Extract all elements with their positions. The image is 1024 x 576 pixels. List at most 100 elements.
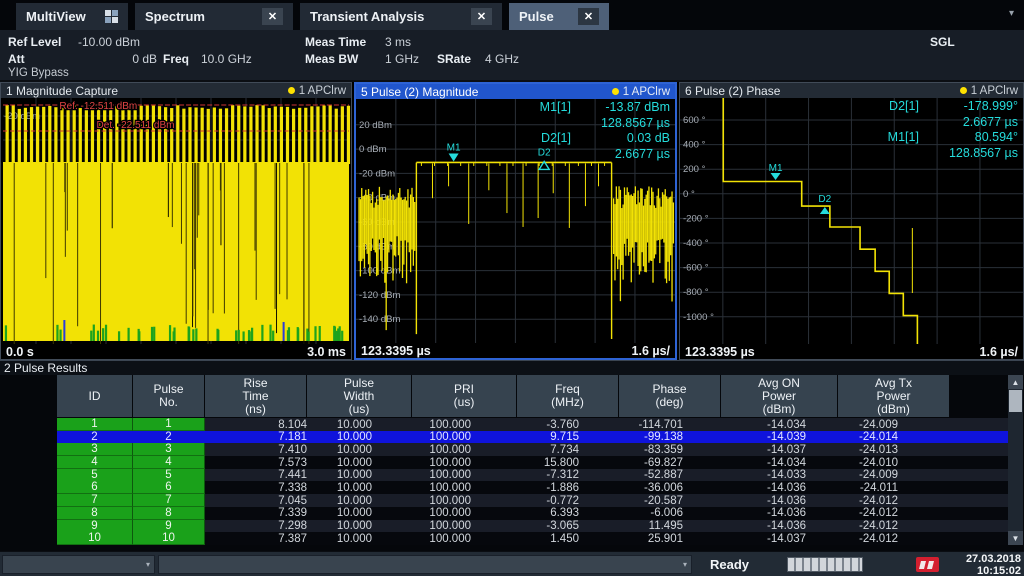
cell: -3.065 [517, 520, 619, 533]
x-axis-end: 3.0 ms [307, 345, 346, 359]
srate-value[interactable]: 4 GHz [485, 52, 519, 66]
tab-transient-analysis[interactable]: Transient Analysis✕ [300, 3, 502, 30]
cell: -3.760 [517, 418, 619, 431]
column-header-id: ID [57, 375, 132, 417]
svg-text:-1000 °: -1000 ° [683, 312, 714, 323]
table-row-9[interactable]: 997.29810.000100.000-3.06511.495-14.036-… [0, 520, 1008, 533]
table-row-8[interactable]: 887.33910.000100.0006.393-6.006-14.036-2… [0, 507, 1008, 520]
tab-spectrum[interactable]: Spectrum✕ [135, 3, 293, 30]
cell: 6 [133, 481, 205, 494]
yig-bypass-label: YIG Bypass [8, 67, 69, 79]
window-magnitude-capture[interactable]: 1 Magnitude Capture 1 APClrw -20 dBmRef.… [0, 82, 352, 360]
svg-text:-100 dBm: -100 dBm [359, 266, 401, 277]
table-body: 118.10410.000100.000-3.760-114.701-14.03… [0, 418, 1008, 545]
svg-text:M1: M1 [447, 143, 461, 154]
cell: 9 [133, 520, 205, 533]
tab-multiview[interactable]: MultiView [16, 3, 128, 30]
cell: -14.033 [721, 469, 838, 482]
cell: 5 [133, 469, 205, 482]
scroll-down-icon[interactable]: ▼ [1008, 531, 1023, 545]
cell: 4 [133, 456, 205, 469]
table-row-1[interactable]: 118.10410.000100.000-3.760-114.701-14.03… [0, 418, 1008, 431]
marker-name: M1[1] [888, 130, 919, 146]
cell: 8.104 [205, 418, 307, 431]
freq-value[interactable]: 10.0 GHz [201, 52, 252, 66]
marker-value: -178.999° [949, 99, 1018, 115]
cell: 7.441 [205, 469, 307, 482]
att-value[interactable]: 0 dB [132, 52, 157, 66]
cell: -114.701 [619, 418, 721, 431]
date-value: 27.03.2018 [966, 553, 1021, 565]
ref-level-label: Ref Level [8, 35, 61, 49]
table-row-7[interactable]: 777.04510.000100.000-0.772-20.587-14.036… [0, 494, 1008, 507]
column-header-pri: PRI(us) [412, 375, 516, 417]
marker-value: 80.594° [949, 130, 1018, 146]
cell: 15.800 [517, 456, 619, 469]
cell: 3 [57, 443, 133, 456]
cell: -24.013 [838, 443, 950, 456]
ref-level-value[interactable]: -10.00 dBm [78, 35, 140, 49]
freq-label: Freq [163, 52, 189, 66]
cell: 2 [133, 431, 205, 444]
scrollbar-thumb[interactable] [1009, 390, 1022, 412]
cell: 7.410 [205, 443, 307, 456]
window-title-bar[interactable]: 6 Pulse (2) Phase 1 APClrw [680, 83, 1023, 98]
cell: 1 [133, 418, 205, 431]
pulse-phase-plot-area[interactable]: 600 °400 °200 °0 °-200 °-400 °-600 °-800… [680, 98, 1023, 344]
cell: -24.012 [838, 507, 950, 520]
table-row-10[interactable]: 10107.38710.000100.0001.45025.901-14.037… [0, 532, 1008, 545]
table-row-5[interactable]: 557.44110.000100.000-7.312-52.887-14.033… [0, 469, 1008, 482]
pulse-magnitude-plot-area[interactable]: 20 dBm0 dBm-20 dBm-40 dBm-60 dBm-80 dBm-… [356, 99, 675, 343]
pulse-results-table: 2 Pulse Results IDPulseNo.RiseTime(ns)Pu… [0, 360, 1024, 551]
cell: 100.000 [412, 481, 517, 494]
svg-text:-800 °: -800 ° [683, 287, 709, 298]
cell: 10.000 [307, 494, 412, 507]
table-scrollbar[interactable]: ▲ ▼ [1008, 375, 1023, 545]
x-axis-start: 123.3395 µs [361, 344, 431, 358]
cell: 6.393 [517, 507, 619, 520]
svg-text:-140 dBm: -140 dBm [359, 314, 401, 325]
meas-bw-value[interactable]: 1 GHz [385, 52, 419, 66]
cell: 100.000 [412, 532, 517, 545]
tab-pulse[interactable]: Pulse✕ [509, 3, 609, 30]
column-header-avg-on: Avg ONPower(dBm) [721, 375, 837, 417]
svg-text:400 °: 400 ° [683, 140, 706, 151]
cell: 7.339 [205, 507, 307, 520]
svg-text:D2: D2 [818, 194, 831, 205]
marker-name [540, 147, 571, 163]
marker-value: 128.8567 µs [601, 116, 670, 132]
window-title-bar[interactable]: 1 Magnitude Capture 1 APClrw [1, 83, 351, 98]
magnitude-capture-plot[interactable]: -20 dBmRef. -12.511 dBmDet. -22.511 dBm [1, 98, 351, 344]
cell: 1.450 [517, 532, 619, 545]
x-axis-scale: 1.6 µs/ [980, 345, 1018, 359]
marker-readout: M1[1]-13.87 dBm128.8567 µsD2[1]0.03 dB2.… [540, 100, 670, 162]
close-icon[interactable]: ✕ [471, 8, 492, 25]
cell: -14.034 [721, 418, 838, 431]
status-dropdown-left[interactable]: ▾ [2, 555, 155, 574]
cell: -14.037 [721, 532, 838, 545]
table-row-6[interactable]: 667.33810.000100.000-1.886-36.006-14.036… [0, 481, 1008, 494]
magnitude-capture-plot-area[interactable]: -20 dBmRef. -12.511 dBmDet. -22.511 dBm [1, 98, 351, 344]
table-row-3[interactable]: 337.41010.000100.0007.734-83.359-14.037-… [0, 443, 1008, 456]
tab-overflow-icon[interactable]: ▾ [1009, 8, 1024, 23]
column-header-avg-tx: Avg TxPower(dBm) [838, 375, 949, 417]
window-pulse-phase[interactable]: 6 Pulse (2) Phase 1 APClrw 600 °400 °200… [679, 82, 1024, 360]
window-title: 5 Pulse (2) Magnitude [361, 85, 478, 99]
meas-bw-label: Meas BW [305, 52, 358, 66]
ready-status: Ready [710, 557, 749, 572]
rohde-schwarz-logo-icon [916, 557, 939, 572]
window-title-bar[interactable]: 5 Pulse (2) Magnitude 1 APClrw [356, 84, 675, 99]
window-pulse-magnitude[interactable]: 5 Pulse (2) Magnitude 1 APClrw 20 dBm0 d… [354, 82, 677, 360]
close-icon[interactable]: ✕ [578, 8, 599, 25]
cell: -69.827 [619, 456, 721, 469]
table-row-2[interactable]: 227.18110.000100.0009.715-99.138-14.039-… [0, 431, 1008, 444]
trace-dot-icon [960, 87, 967, 94]
meas-time-value[interactable]: 3 ms [385, 35, 411, 49]
marker-value: -13.87 dBm [601, 100, 670, 116]
close-icon[interactable]: ✕ [262, 8, 283, 25]
status-dropdown-message[interactable]: ▾ [158, 555, 692, 574]
table-row-4[interactable]: 447.57310.000100.00015.800-69.827-14.034… [0, 456, 1008, 469]
scroll-up-icon[interactable]: ▲ [1008, 375, 1023, 389]
cell: 10.000 [307, 532, 412, 545]
cell: 2 [57, 431, 133, 444]
